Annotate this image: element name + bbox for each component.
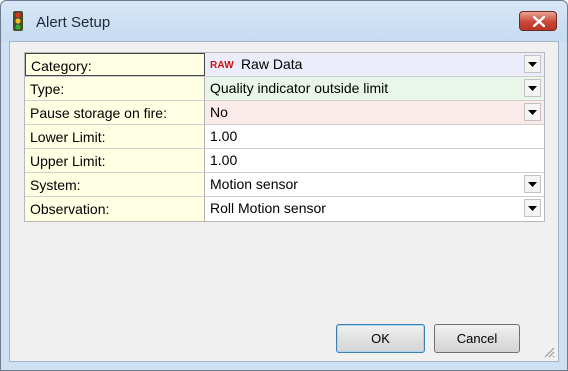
resize-grip-icon[interactable] — [543, 346, 555, 358]
system-dropdown-button[interactable] — [524, 175, 541, 193]
close-button[interactable] — [519, 11, 557, 31]
alert-setup-dialog: Alert Setup Category: RAW Raw Data Type: — [0, 0, 568, 371]
system-select[interactable]: Motion sensor — [205, 173, 544, 196]
observation-dropdown-button[interactable] — [524, 199, 541, 217]
traffic-light-icon — [13, 11, 23, 31]
observation-select[interactable]: Roll Motion sensor — [205, 197, 544, 221]
dropdown-arrow-icon — [528, 86, 537, 91]
dropdown-arrow-icon — [528, 110, 537, 115]
category-select[interactable]: RAW Raw Data — [205, 53, 544, 76]
pause-storage-select[interactable]: No — [205, 101, 544, 124]
pause-storage-dropdown-button[interactable] — [524, 103, 541, 121]
row-observation: Observation: Roll Motion sensor — [25, 197, 544, 221]
row-type: Type: Quality indicator outside limit — [25, 77, 544, 101]
property-grid: Category: RAW Raw Data Type: Quality indi… — [24, 52, 545, 222]
row-upper-limit: Upper Limit: 1.00 — [25, 149, 544, 173]
close-icon — [533, 16, 545, 27]
observation-value: Roll Motion sensor — [210, 200, 326, 216]
ok-button[interactable]: OK — [336, 324, 425, 353]
row-category: Category: RAW Raw Data — [25, 53, 544, 77]
system-value: Motion sensor — [210, 176, 298, 192]
row-system: System: Motion sensor — [25, 173, 544, 197]
observation-label: Observation: — [25, 197, 205, 221]
category-value: Raw Data — [240, 56, 303, 72]
pause-storage-label: Pause storage on fire: — [25, 101, 205, 124]
upper-limit-label: Upper Limit: — [25, 149, 205, 172]
title-bar[interactable]: Alert Setup — [1, 1, 567, 41]
category-label: Category: — [25, 53, 205, 76]
cancel-button[interactable]: Cancel — [434, 324, 520, 353]
upper-limit-field[interactable]: 1.00 — [205, 149, 544, 172]
window-title: Alert Setup — [36, 14, 111, 31]
dialog-client-area: Category: RAW Raw Data Type: Quality indi… — [9, 41, 559, 362]
raw-badge: RAW — [210, 60, 234, 71]
row-lower-limit: Lower Limit: 1.00 — [25, 125, 544, 149]
lower-limit-label: Lower Limit: — [25, 125, 205, 148]
type-label: Type: — [25, 77, 205, 100]
row-pause-storage: Pause storage on fire: No — [25, 101, 544, 125]
dropdown-arrow-icon — [528, 206, 537, 211]
type-value: Quality indicator outside limit — [210, 80, 389, 96]
type-dropdown-button[interactable] — [524, 79, 541, 97]
pause-storage-value: No — [210, 104, 228, 120]
dropdown-arrow-icon — [528, 62, 537, 67]
category-dropdown-button[interactable] — [524, 55, 541, 73]
system-label: System: — [25, 173, 205, 196]
type-select[interactable]: Quality indicator outside limit — [205, 77, 544, 100]
lower-limit-field[interactable]: 1.00 — [205, 125, 544, 148]
dropdown-arrow-icon — [528, 182, 537, 187]
